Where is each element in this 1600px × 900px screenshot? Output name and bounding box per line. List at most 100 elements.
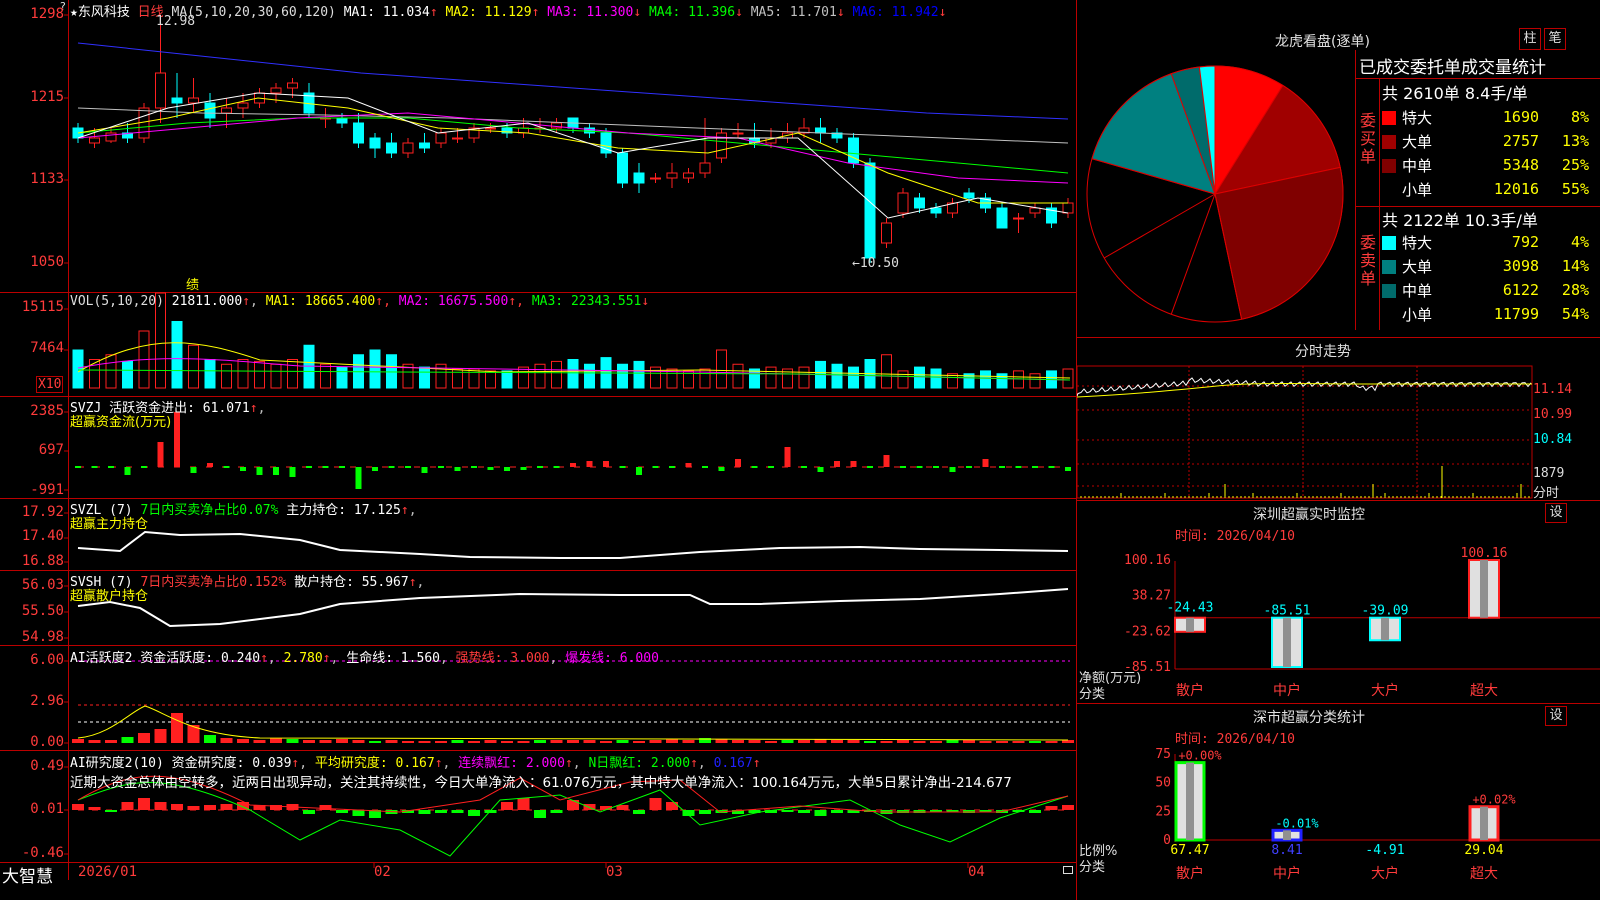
candle-body: [435, 132, 447, 144]
ma-arrow-5: ↓: [836, 5, 845, 20]
sell-row: 大单 3098 14%: [1379, 254, 1592, 278]
buy-total: 共 2610单 8.4手/单: [1382, 84, 1528, 103]
ai2-bar: [319, 805, 332, 810]
ai1-bar: [996, 741, 1008, 743]
ma-value-5: MA5: 11.701: [742, 5, 837, 20]
main-chart-area[interactable]: ? ★东风科技 日线 MA(5,10,20,30,60,120) MA1: 11…: [0, 0, 1077, 900]
ma-arrow-3: ↓: [633, 5, 642, 20]
svzj-bar: [124, 467, 131, 475]
vol-bar: [848, 366, 859, 389]
svzj-bar: [75, 466, 81, 468]
ai1-y-label: 6.00: [30, 652, 64, 668]
classify-value-label: -4.91: [1365, 843, 1404, 858]
svzj-bar: [223, 466, 230, 468]
vol-unit[interactable]: X10: [36, 376, 64, 393]
ai1-bar: [732, 740, 744, 743]
vol-ma-1: MA1: 18665.400: [265, 294, 376, 309]
ai1-bar: [600, 741, 612, 743]
monitor-axis-cat: 分类: [1079, 687, 1106, 702]
stroke-view-button[interactable]: 笔: [1544, 28, 1566, 50]
sell-count: 3098: [1502, 257, 1540, 275]
monitor-value-label: 100.16: [1461, 546, 1508, 561]
ai2-bar: [649, 798, 662, 810]
ai2-bar: [138, 798, 150, 810]
ai2-bar: [72, 804, 84, 810]
chart-canvas: [64, 14, 1074, 868]
ai1-bar: [880, 741, 893, 743]
sell-swatch: [1382, 235, 1396, 250]
buy-count: 1690: [1502, 108, 1540, 126]
ai1-bar: [171, 713, 183, 743]
brand-logo[interactable]: 大智慧: [2, 862, 53, 887]
classify-value-label: 8.41: [1271, 843, 1302, 858]
vol-bar: [617, 363, 628, 389]
svzj-bar: [240, 467, 246, 471]
ai1-bar: [319, 740, 332, 743]
candle-body: [485, 127, 496, 130]
buy-pct: 8%: [1570, 108, 1590, 126]
ai2-bar: [220, 804, 233, 810]
candle-body: [881, 222, 892, 244]
svzj-bar: [1032, 466, 1038, 468]
buy-row: 大单 2757 13%: [1379, 129, 1592, 153]
monitor-category: 超大: [1470, 683, 1498, 699]
sell-table: 特大 792 4% 大单 3098 14% 中单 6122 28% 小单 11799 54%: [1379, 230, 1592, 326]
classify-y-label: 25: [1155, 804, 1171, 819]
intraday-panel[interactable]: 分时走势 11.14 10.99 10.84 1879 分时: [1077, 338, 1600, 501]
ai2-bar: [501, 802, 513, 810]
candle-body: [617, 152, 628, 184]
svzj-bar: [388, 466, 395, 468]
vol-bar: [320, 363, 331, 389]
classify-y-label: 50: [1155, 776, 1171, 791]
svzj-bar: [289, 467, 296, 477]
svzl-sub: 超赢主力持仓: [70, 517, 149, 532]
candle-body: [897, 192, 909, 214]
ai1-bar: [781, 740, 794, 743]
classify-category: 散户: [1176, 865, 1204, 882]
candle-body: [864, 162, 876, 259]
vol-bar: [534, 363, 546, 389]
ai2-bar: [1045, 806, 1058, 810]
star-icon[interactable]: ★: [70, 5, 78, 20]
vol-bar: [501, 370, 513, 389]
vol-bar: [72, 349, 84, 389]
report-marker[interactable]: 绩: [186, 274, 199, 293]
ai1-bar: [583, 740, 596, 743]
vol-bar: [881, 354, 892, 389]
svzj-bar: [735, 459, 741, 467]
svsh-y-label: 55.50: [21, 603, 64, 619]
bar-view-button[interactable]: 柱: [1519, 28, 1541, 50]
svzj-bar: [834, 461, 840, 467]
ai1-bar: [435, 741, 447, 743]
svzj-bar: [108, 466, 114, 468]
candle-body: [386, 142, 397, 154]
ai2-bar: [154, 802, 167, 810]
ai1-bar: [237, 739, 249, 743]
svzl-y-label: 17.40: [21, 528, 64, 544]
ai1-bar: [864, 741, 876, 743]
vol-bar: [221, 363, 232, 389]
candle-body: [633, 172, 645, 184]
svzj-bar: [669, 466, 675, 468]
svzj-bar: [141, 466, 147, 468]
svzj-bar: [966, 466, 972, 468]
ai2-y-label: 0.49: [30, 758, 64, 774]
intraday-title: 分时走势: [1295, 344, 1351, 360]
buy-swatch: [1382, 110, 1396, 125]
svzj-sub: 超赢资金流(万元): [70, 415, 172, 430]
lock-icon[interactable]: [1063, 866, 1073, 874]
ai2-bar: [418, 810, 431, 814]
classify-panel: 深市超赢分类统计 设 时间: 2026/04/10 75 50 25 0 67.47 +0…: [1077, 704, 1600, 900]
vol-bar: [237, 359, 249, 389]
vol-bar: [419, 366, 430, 389]
vol-bar: [270, 363, 282, 389]
svzj-bar: [471, 466, 477, 468]
ai1-header: AI活跃度2 资金活跃度: 0.240↑, 2.780↑, 生命线: 1.560…: [70, 651, 659, 666]
ai2-bar: [171, 804, 183, 810]
monitor-bar-shade: [1283, 617, 1291, 667]
vol-bar: [1062, 368, 1074, 389]
x-axis-label: 04: [968, 864, 985, 880]
svzj-bar: [1048, 466, 1055, 468]
monitor-y-label: 38.27: [1132, 589, 1171, 604]
ai1-bar: [847, 740, 860, 743]
